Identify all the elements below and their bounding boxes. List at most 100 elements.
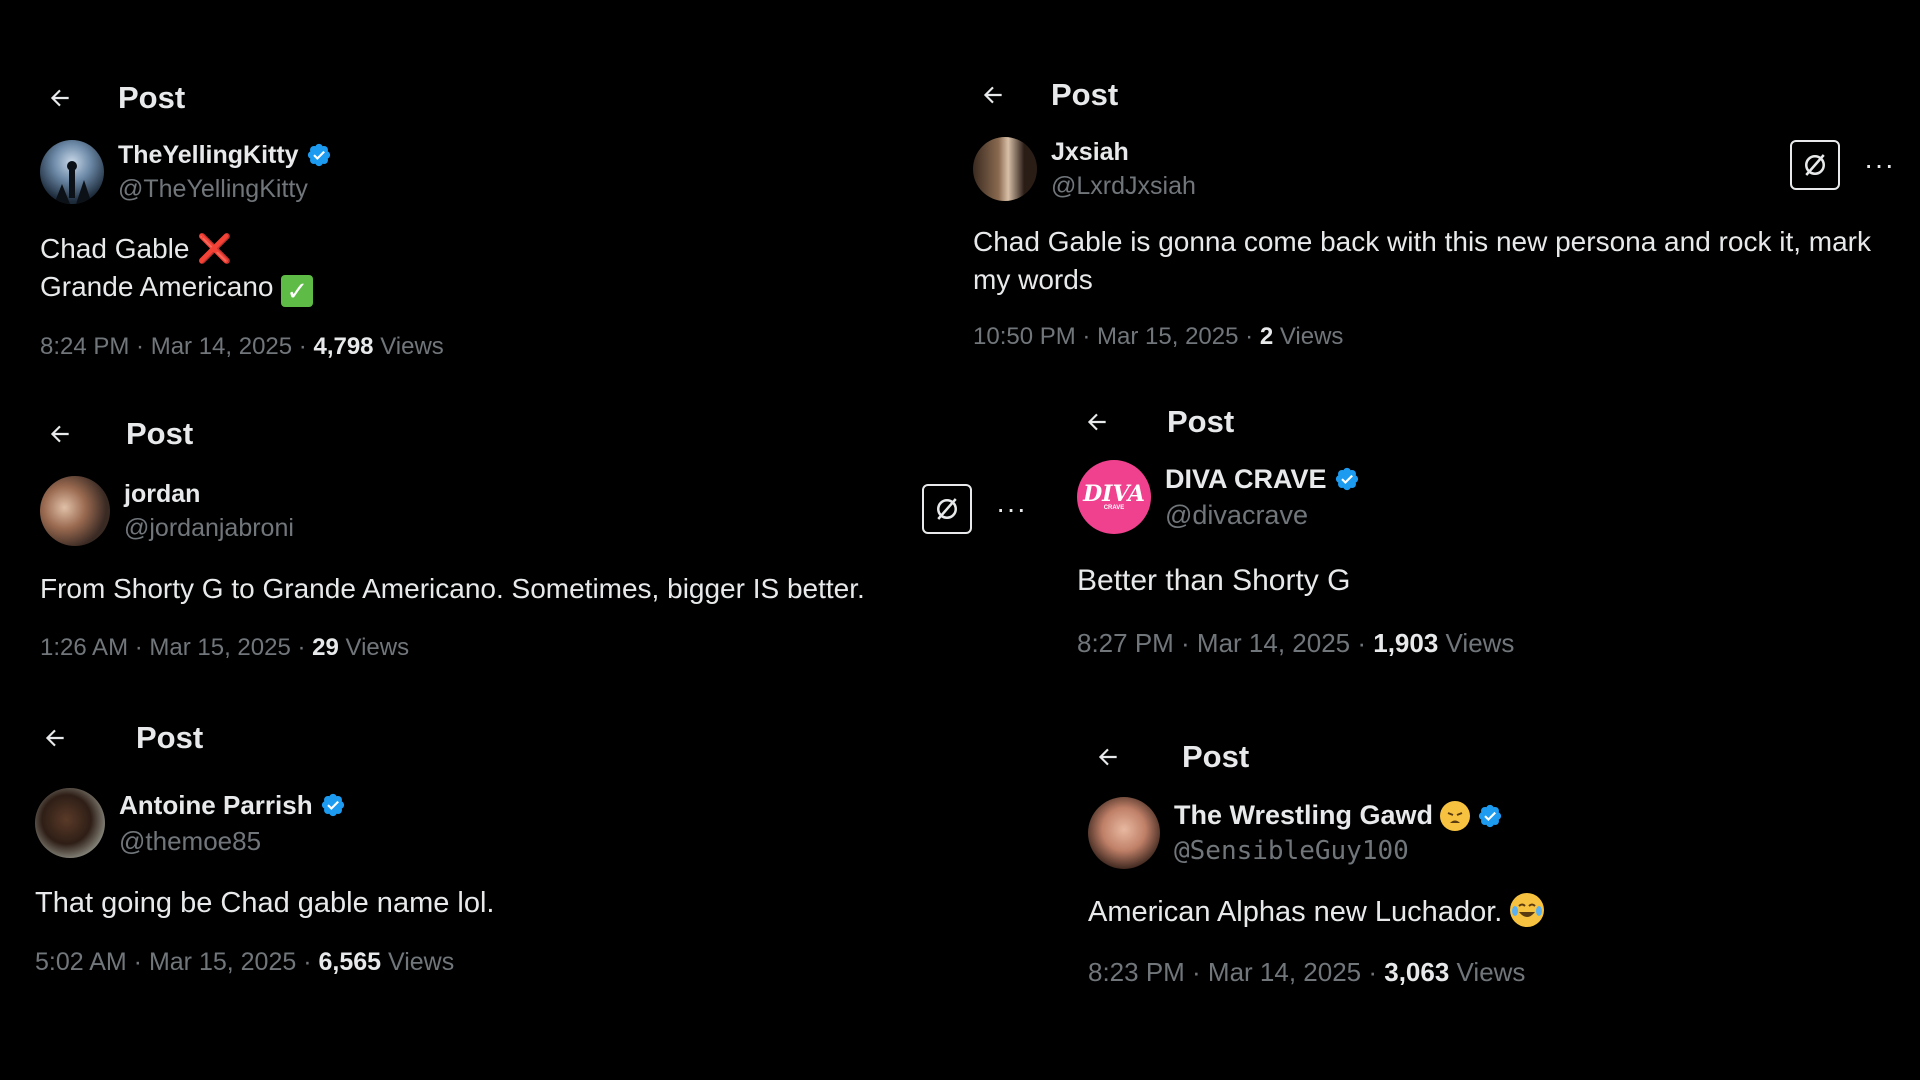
handle[interactable]: @jordanjabroni [124, 514, 294, 543]
back-arrow-icon [1098, 748, 1117, 766]
views-count: 3,063 [1384, 957, 1450, 987]
avatar[interactable] [40, 476, 110, 546]
back-button[interactable] [40, 414, 80, 454]
avatar-figure-icon [54, 161, 92, 204]
views-label: Views [1449, 957, 1526, 987]
post-text-body: American Alphas new Luchador. [1088, 896, 1503, 928]
post-timestamp[interactable]: 8:23 PM · Mar 14, 2025 · [1088, 957, 1384, 987]
views-count: 29 [312, 634, 339, 661]
avatar-logo-text: DIVA [1083, 481, 1145, 507]
avatar[interactable] [40, 140, 104, 204]
post-card-jxsiah: Post Jxsiah @LxrdJxsiah ··· Chad Gable i… [973, 75, 1894, 351]
grok-icon [937, 498, 957, 520]
back-button[interactable] [1088, 737, 1128, 777]
grok-icon [1805, 154, 1825, 176]
post-text: American Alphas new Luchador. [1088, 893, 1908, 931]
post-text: That going be Chad gable name lol. [35, 887, 495, 919]
handle[interactable]: @TheYellingKitty [118, 175, 332, 204]
check-mark-emoji: ✓ [281, 275, 314, 307]
author-row: DIVA CRAVE DIVA CRAVE @divacrave [1077, 460, 1897, 534]
handle[interactable]: @LxrdJxsiah [1051, 172, 1196, 201]
cross-mark-emoji: ❌ [197, 233, 233, 264]
display-name[interactable]: Antoine Parrish [119, 790, 313, 821]
post-meta: 1:26 AM · Mar 15, 2025 · 29 Views [40, 634, 1030, 662]
verified-badge-icon [320, 792, 346, 818]
back-arrow-icon [983, 86, 1002, 104]
post-header: Post [1077, 402, 1897, 442]
views-count: 4,798 [313, 333, 374, 360]
post-meta: 8:27 PM · Mar 14, 2025 · 1,903 Views [1077, 628, 1897, 659]
back-button[interactable] [1077, 402, 1117, 442]
display-name[interactable]: Jxsiah [1051, 138, 1129, 167]
more-icon[interactable]: ··· [1864, 151, 1895, 179]
author-names: DIVA CRAVE @divacrave [1165, 464, 1360, 531]
post-text: From Shorty G to Grande Americano. Somet… [40, 573, 865, 604]
laughing-tears-emoji [1510, 893, 1545, 927]
author-row: TheYellingKitty @TheYellingKitty [40, 140, 920, 204]
back-button[interactable] [40, 78, 80, 118]
verified-badge-icon [1477, 803, 1503, 829]
post-header: Post [40, 414, 1030, 454]
display-name[interactable]: The Wrestling Gawd [1174, 800, 1433, 831]
post-meta: 10:50 PM · Mar 15, 2025 · 2 Views [973, 323, 1883, 351]
weary-face-emoji [1440, 800, 1471, 831]
post-text: Chad Gable is gonna come back with this … [973, 226, 1872, 295]
author-row: The Wrestling Gawd @SensibleGuy100 [1088, 797, 1908, 869]
post-card-divacrave: Post DIVA CRAVE DIVA CRAVE @divacrave Be… [1077, 402, 1897, 659]
author-names: The Wrestling Gawd @SensibleGuy100 [1174, 800, 1503, 866]
views-count: 1,903 [1373, 628, 1439, 658]
author-row: Antoine Parrish @themoe85 [35, 788, 935, 858]
avatar[interactable] [973, 137, 1037, 201]
display-name[interactable]: jordan [124, 480, 200, 509]
post-timestamp[interactable]: 1:26 AM · Mar 15, 2025 · [40, 634, 312, 661]
display-name[interactable]: DIVA CRAVE [1165, 464, 1327, 495]
page-title: Post [1051, 77, 1119, 112]
post-text-line1: Chad Gable [40, 233, 190, 264]
grok-button[interactable] [1790, 140, 1840, 190]
avatar[interactable]: DIVA CRAVE [1077, 460, 1151, 534]
author-row: Jxsiah @LxrdJxsiah [973, 137, 1883, 201]
views-label: Views [1438, 628, 1515, 658]
page-title: Post [1167, 404, 1235, 439]
author-row: jordan @jordanjabroni [40, 476, 1030, 546]
views-label: Views [373, 333, 444, 360]
back-button[interactable] [35, 718, 75, 758]
post-text: Better than Shorty G [1077, 564, 1351, 597]
back-button[interactable] [973, 75, 1013, 115]
display-name[interactable]: TheYellingKitty [118, 141, 299, 170]
post-card-antoineparrish: Post Antoine Parrish @themoe85 That goin… [35, 718, 935, 977]
avatar[interactable] [1088, 797, 1160, 869]
post-header: Post [40, 78, 920, 118]
more-icon[interactable]: ··· [996, 495, 1027, 523]
post-header: Post [973, 75, 1883, 115]
post-card-jordan: Post jordan @jordanjabroni ··· From Shor… [40, 414, 1030, 662]
verified-badge-icon [306, 142, 332, 168]
author-names: Jxsiah @LxrdJxsiah [1051, 138, 1196, 201]
page-title: Post [136, 720, 204, 755]
post-timestamp[interactable]: 5:02 AM · Mar 15, 2025 · [35, 948, 318, 976]
views-label: Views [1273, 323, 1344, 350]
post-card-theyellingkitty: Post TheYellingKitty @TheYellingKitty Ch… [40, 78, 920, 361]
grok-button[interactable] [922, 484, 972, 534]
handle[interactable]: @SensibleGuy100 [1174, 836, 1503, 866]
back-arrow-icon [45, 729, 64, 747]
avatar[interactable] [35, 788, 105, 858]
page-title: Post [126, 416, 194, 451]
back-arrow-icon [50, 425, 69, 443]
post-actions: ··· [922, 484, 1027, 534]
post-header: Post [35, 718, 935, 758]
post-text-line2: Grande Americano [40, 271, 274, 302]
post-timestamp[interactable]: 8:24 PM · Mar 14, 2025 · [40, 333, 313, 360]
views-count: 6,565 [318, 948, 382, 976]
author-names: TheYellingKitty @TheYellingKitty [118, 141, 332, 204]
post-timestamp[interactable]: 8:27 PM · Mar 14, 2025 · [1077, 628, 1373, 658]
post-meta: 5:02 AM · Mar 15, 2025 · 6,565 Views [35, 948, 935, 977]
post-timestamp[interactable]: 10:50 PM · Mar 15, 2025 · [973, 323, 1260, 350]
page-title: Post [118, 80, 186, 115]
post-meta: 8:24 PM · Mar 14, 2025 · 4,798 Views [40, 333, 920, 361]
handle[interactable]: @themoe85 [119, 826, 346, 857]
back-arrow-icon [50, 89, 69, 107]
back-arrow-icon [1087, 413, 1106, 431]
handle[interactable]: @divacrave [1165, 500, 1360, 531]
page-title: Post [1182, 739, 1250, 774]
